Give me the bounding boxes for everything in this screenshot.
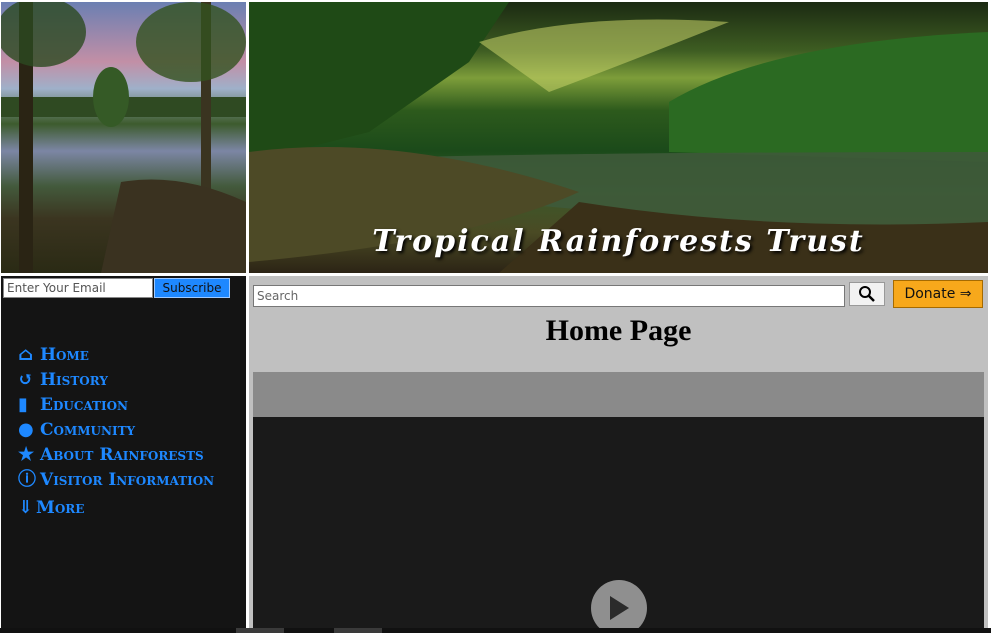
lake-forest-graphic <box>1 2 246 273</box>
search-button[interactable] <box>849 282 885 306</box>
nav-item-label: Home <box>40 345 89 365</box>
nav-item-about-rainforests[interactable]: ★ About Rainforests <box>18 442 214 467</box>
nav-item-label: History <box>40 370 108 390</box>
home-icon: ⌂ <box>18 344 34 365</box>
email-field[interactable] <box>3 278 153 298</box>
nav-item-home[interactable]: ⌂ Home <box>18 342 214 367</box>
nav-item-history[interactable]: ↺ History <box>18 367 214 392</box>
nav-item-label: About Rainforests <box>40 445 204 465</box>
scroll-segment <box>236 628 284 633</box>
nav-item-visitor-information[interactable]: ⓘ Visitor Information <box>18 467 214 492</box>
nav-item-more[interactable]: ⇓ More <box>18 495 214 520</box>
nav-item-community[interactable]: ● Community <box>18 417 214 442</box>
search-icon <box>859 286 875 302</box>
search-input[interactable] <box>253 285 845 307</box>
scroll-segment <box>334 628 382 633</box>
history-icon: ↺ <box>18 369 34 390</box>
play-icon <box>610 596 629 620</box>
nav-item-education[interactable]: ▮ Education <box>18 392 214 417</box>
video-player[interactable] <box>253 372 984 628</box>
river-rainforest-image: Tropical Rainforests Trust <box>249 2 988 273</box>
main-content: Donate ⇒ Home Page <box>249 276 988 628</box>
arrow-down-icon: ⇓ <box>18 497 34 518</box>
banner-title: Tropical Rainforests Trust <box>372 224 865 259</box>
video-title-bar <box>253 372 984 417</box>
subscribe-button[interactable]: Subscribe <box>154 278 230 298</box>
bottom-scroll-strip <box>0 628 991 633</box>
nav-item-label: More <box>36 498 85 518</box>
nav-item-label: Community <box>40 420 136 440</box>
nav-item-label: Education <box>40 395 128 415</box>
page-title: Home Page <box>545 314 692 347</box>
nav-item-label: Visitor Information <box>40 470 215 490</box>
donate-button[interactable]: Donate ⇒ <box>893 280 983 308</box>
lake-forest-image <box>1 2 246 273</box>
star-icon: ★ <box>18 444 35 465</box>
book-icon: ▮ <box>18 394 28 415</box>
play-button[interactable] <box>591 580 647 628</box>
comments-icon: ● <box>18 419 34 440</box>
main-navigation: ⌂ Home ↺ History ▮ Education ● Community ★ Ab… <box>18 342 214 520</box>
sidebar: Subscribe ⌂ Home ↺ History ▮ Education ● Com… <box>1 276 246 628</box>
info-icon: ⓘ <box>18 469 36 490</box>
